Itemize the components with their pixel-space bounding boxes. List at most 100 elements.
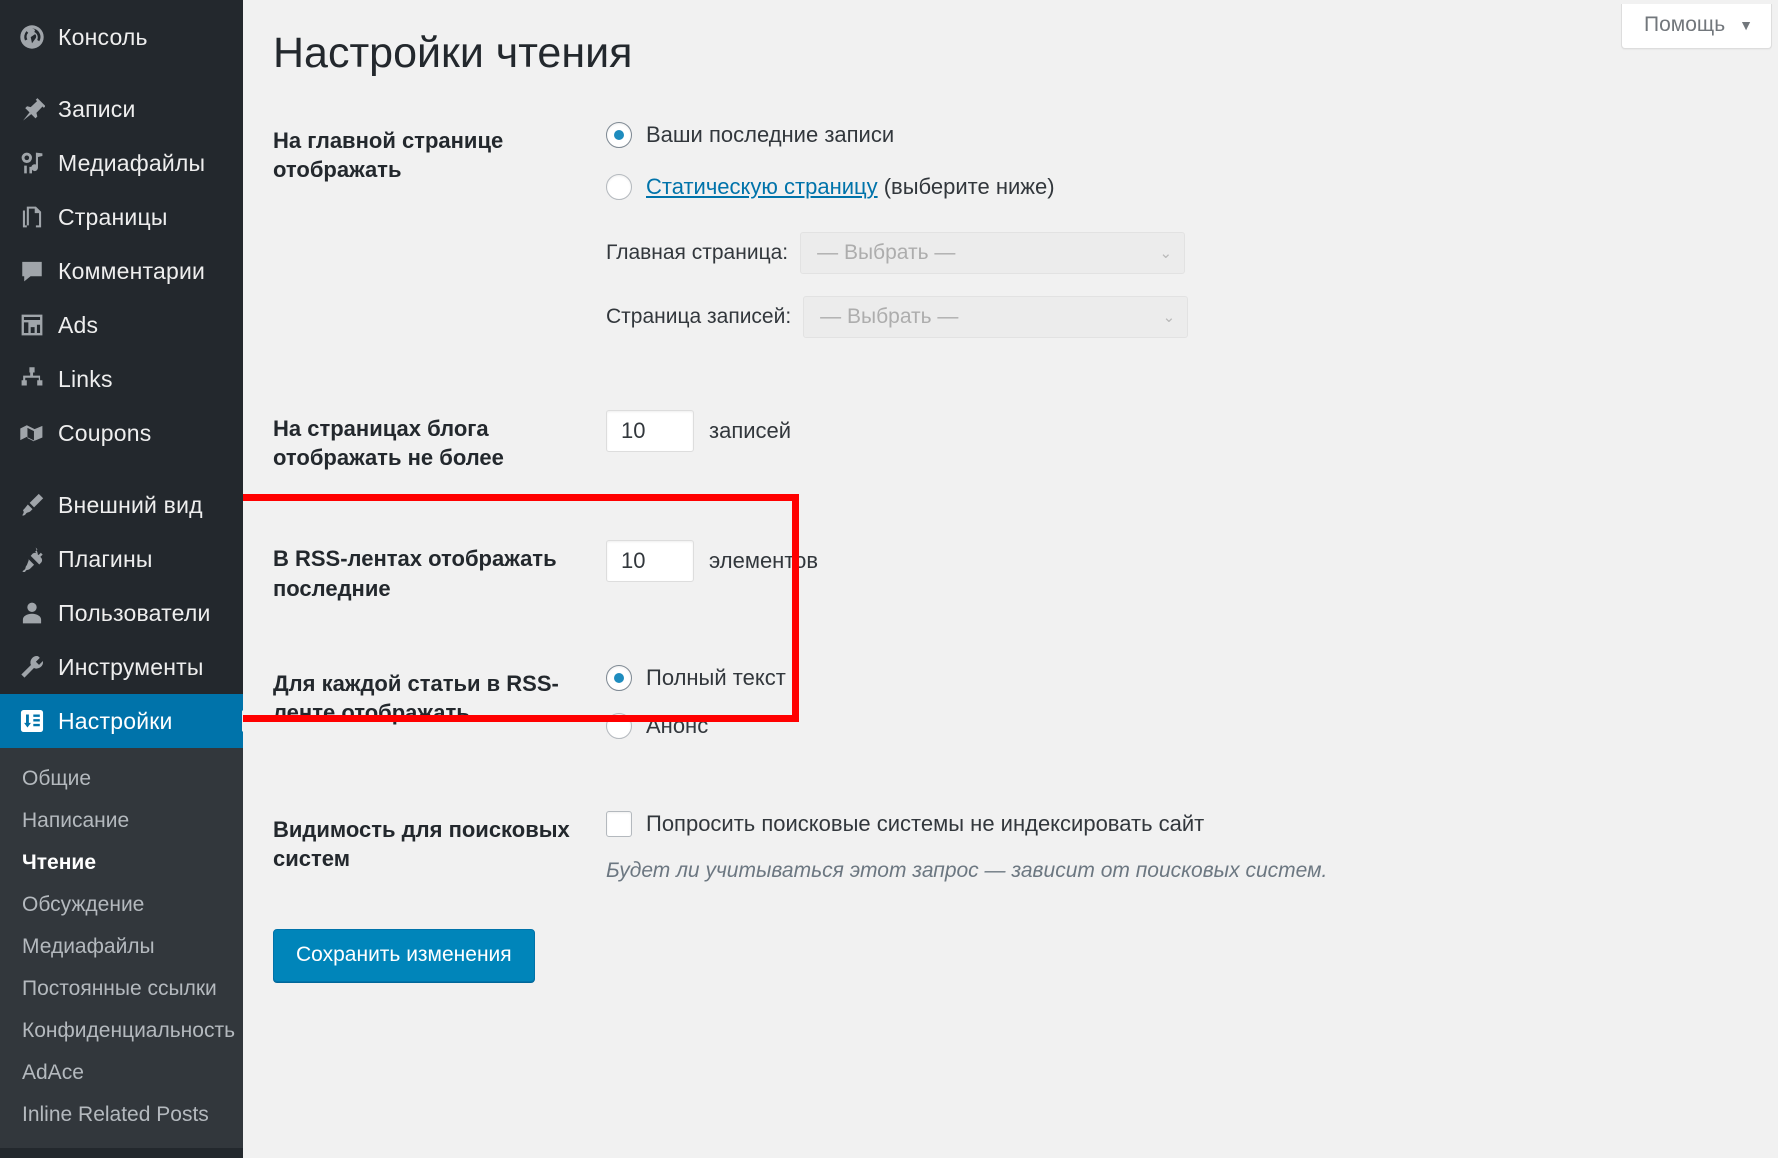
sidebar-item-label: Инструменты xyxy=(58,653,204,680)
rss-items-row: В RSS-лентах отображать последние 10 эле… xyxy=(273,540,1778,603)
rss-items-field: 10 элементов xyxy=(583,540,1778,583)
search-visibility-field: Попросить поисковые системы не индексиро… xyxy=(583,810,1778,883)
radio-latest-posts[interactable] xyxy=(606,121,632,148)
discourage-search-engines-label: Попросить поисковые системы не индексиро… xyxy=(646,810,1205,836)
chevron-down-icon: ⌄ xyxy=(1162,308,1176,326)
appearance-icon xyxy=(10,492,54,518)
discourage-search-engines-checkbox[interactable] xyxy=(606,810,632,837)
static-page-link[interactable]: Статическую страницу xyxy=(646,174,878,199)
sidebar-item-label: Настройки xyxy=(58,707,173,734)
sidebar-item-ads[interactable]: Ads xyxy=(0,298,243,352)
sidebar-item-label: Медиафайлы xyxy=(58,149,206,176)
postspage-select-value: — Выбрать — xyxy=(820,304,959,328)
sidebar-item-pages[interactable]: Страницы xyxy=(0,190,243,244)
postspage-select-label: Страница записей: xyxy=(606,304,792,328)
homepage-select-value: — Выбрать — xyxy=(817,240,956,264)
sidebar-item-coupons[interactable]: Coupons xyxy=(0,406,243,460)
page-title: Настройки чтения xyxy=(273,29,633,77)
radio-summary[interactable] xyxy=(606,712,632,739)
tools-icon xyxy=(10,654,54,680)
rss-items-input[interactable]: 10 xyxy=(606,540,694,583)
postspage-select[interactable]: — Выбрать — ⌄ xyxy=(803,295,1189,338)
sidebar-item-media[interactable]: Медиафайлы xyxy=(0,136,243,190)
chevron-down-icon: ⌄ xyxy=(1159,244,1173,262)
rss-excerpt-row: Для каждой статьи в RSS-ленте отображать… xyxy=(273,664,1778,739)
homepage-select[interactable]: — Выбрать — ⌄ xyxy=(800,231,1186,274)
search-visibility-label: Видимость для поисковых систем xyxy=(273,816,570,872)
static-page-hint: (выберите ниже) xyxy=(877,173,1055,199)
sidebar-item-settings[interactable]: Настройки xyxy=(0,694,243,748)
links-icon xyxy=(10,366,54,392)
sidebar-item-label: Записи xyxy=(58,95,136,122)
sidebar-item-plugins[interactable]: Плагины xyxy=(0,532,243,586)
radio-option-latest-posts[interactable]: Ваши последние записи xyxy=(606,121,1778,148)
help-label: Помощь xyxy=(1644,13,1726,36)
radio-option-full-text[interactable]: Полный текст xyxy=(606,664,1778,691)
radio-full-text-label: Полный текст xyxy=(646,664,786,690)
discourage-search-engines-option[interactable]: Попросить поисковые системы не индексиро… xyxy=(606,810,1778,837)
posts-per-page-row: На страницах блога отображать не более 1… xyxy=(273,409,1778,473)
homepage-select-label: Главная страница: xyxy=(606,240,789,264)
rss-items-label: В RSS-лентах отображать последние xyxy=(273,546,557,601)
submenu-item-inline-related-posts[interactable]: Inline Related Posts xyxy=(0,1094,243,1136)
ads-icon xyxy=(10,312,54,338)
sidebar-item-label: Links xyxy=(58,365,113,392)
radio-static-page[interactable] xyxy=(606,173,632,200)
submenu-item-media[interactable]: Медиафайлы xyxy=(0,926,243,968)
rss-excerpt-label: Для каждой статьи в RSS-ленте отображать xyxy=(273,670,559,726)
sidebar-item-label: Консоль xyxy=(58,23,148,50)
sidebar-item-tools[interactable]: Инструменты xyxy=(0,640,243,694)
submenu-item-permalinks[interactable]: Постоянные ссылки xyxy=(0,968,243,1010)
radio-summary-label: Анонс xyxy=(646,712,709,738)
sidebar-item-label: Плагины xyxy=(58,545,153,572)
sidebar-item-users[interactable]: Пользователи xyxy=(0,586,243,640)
help-toggle-button[interactable]: Помощь ▼ xyxy=(1621,4,1772,49)
media-icon xyxy=(10,150,54,176)
sidebar-item-label: Внешний вид xyxy=(58,491,203,518)
radio-latest-posts-label: Ваши последние записи xyxy=(646,121,895,147)
plugins-icon xyxy=(10,546,54,572)
submenu-item-adace[interactable]: AdAce xyxy=(0,1052,243,1094)
coupons-icon xyxy=(10,420,54,446)
submenu-item-general[interactable]: Общие xyxy=(0,758,243,800)
settings-icon xyxy=(10,708,54,734)
dashboard-icon xyxy=(10,24,54,50)
radio-option-summary[interactable]: Анонс xyxy=(606,712,1778,739)
search-visibility-row: Видимость для поисковых систем Попросить… xyxy=(273,810,1778,883)
homepage-select-row: Главная страница: — Выбрать — ⌄ xyxy=(606,231,1778,274)
sidebar-item-links[interactable]: Links xyxy=(0,352,243,406)
settings-submenu: Общие Написание Чтение Обсуждение Медиаф… xyxy=(0,748,243,1148)
submenu-item-writing[interactable]: Написание xyxy=(0,800,243,842)
radio-full-text[interactable] xyxy=(606,664,632,691)
wordpress-admin-screen: Консоль Записи Медиафайлы Страницы Комме xyxy=(0,0,1778,1158)
sidebar-item-label: Комментарии xyxy=(58,257,206,284)
sidebar-item-label: Страницы xyxy=(58,203,168,230)
comments-icon xyxy=(10,258,54,284)
radio-option-static-page[interactable]: Статическую страницу (выберите ниже) xyxy=(606,173,1778,200)
rss-excerpt-options: Полный текст Анонс xyxy=(583,664,1778,739)
sidebar-item-dashboard[interactable]: Консоль xyxy=(0,10,243,64)
users-icon xyxy=(10,600,54,626)
rss-items-suffix: элементов xyxy=(709,548,819,574)
sidebar-item-comments[interactable]: Комментарии xyxy=(0,244,243,298)
posts-per-page-input[interactable]: 10 xyxy=(606,409,694,452)
submenu-item-discussion[interactable]: Обсуждение xyxy=(0,884,243,926)
submenu-item-privacy[interactable]: Конфиденциальность xyxy=(0,1010,243,1052)
submenu-item-reading[interactable]: Чтение xyxy=(0,842,243,884)
main-content: Помощь ▼ Настройки чтения На главной стр… xyxy=(243,0,1778,1158)
front-page-label: На главной странице отображать xyxy=(273,127,504,183)
sidebar-item-label: Coupons xyxy=(58,419,152,446)
pages-icon xyxy=(10,204,54,230)
chevron-down-icon: ▼ xyxy=(1739,17,1753,33)
sidebar-item-label: Пользователи xyxy=(58,599,211,626)
save-changes-button[interactable]: Сохранить изменения xyxy=(273,928,535,982)
sidebar-item-posts[interactable]: Записи xyxy=(0,82,243,136)
sidebar-item-appearance[interactable]: Внешний вид xyxy=(0,478,243,532)
sidebar-item-label: Ads xyxy=(58,311,99,338)
posts-per-page-label: На страницах блога отображать не более xyxy=(273,415,504,471)
posts-per-page-suffix: записей xyxy=(709,417,792,443)
